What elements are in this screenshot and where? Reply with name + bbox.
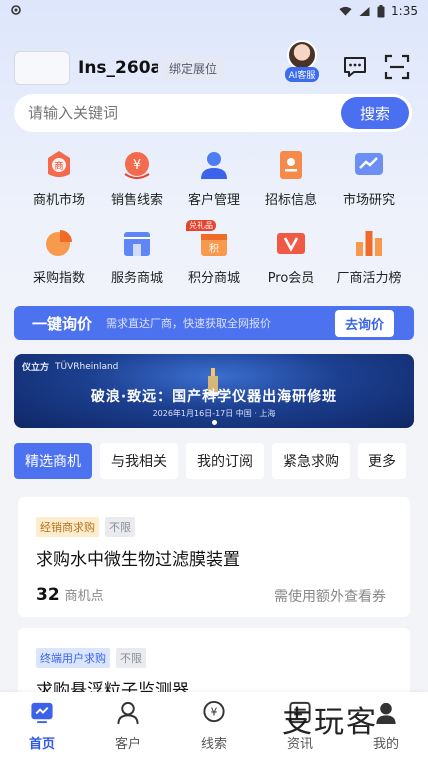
nav-home[interactable]: 首页 <box>12 700 72 752</box>
grid-label: 采购指数 <box>32 271 85 286</box>
inquiry-description: 需求直达厂商，快速获取全网报价 <box>106 317 272 330</box>
region-tag: 不限 <box>116 648 146 668</box>
company-name[interactable]: Ins_260a6 <box>78 58 158 78</box>
grid-label: 厂商活力榜 <box>336 271 402 286</box>
market-research-icon <box>355 153 383 175</box>
svg-text:¥: ¥ <box>133 158 141 173</box>
search-input[interactable] <box>14 104 341 122</box>
ai-service-label: AI客服 <box>284 67 320 82</box>
buyer-type-tag: 终端用户求购 <box>36 648 110 668</box>
nav-label: 客户 <box>114 737 141 752</box>
inquiry-bar: 一键询价 需求直达厂商，快速获取全网报价 去询价 <box>14 306 414 340</box>
grid-item-service-mall[interactable]: 服务商城 <box>95 226 179 286</box>
status-time: 1:35 <box>391 4 418 18</box>
customer-nav-icon <box>117 701 139 725</box>
watermark: 支玩客 <box>282 705 378 740</box>
settings-icon <box>10 4 22 19</box>
home-icon <box>31 702 53 724</box>
signal-icon <box>359 6 370 16</box>
grid-item-vendor-ranking[interactable]: 厂商活力榜 <box>327 226 411 286</box>
grid-label: 市场研究 <box>342 193 395 208</box>
grid-item-market-research[interactable]: 市场研究 <box>327 148 411 208</box>
banner-partner-logo: TÜVRheinland <box>55 361 119 372</box>
service-mall-icon <box>124 232 150 256</box>
customer-icon <box>201 152 227 179</box>
grid-item-tender[interactable]: 招标信息 <box>249 148 333 208</box>
carousel-dot <box>211 420 217 425</box>
grid-label: 服务商城 <box>110 271 163 286</box>
card-tags: 终端用户求购 不限 <box>36 648 146 668</box>
grid-label: 客户管理 <box>187 193 240 208</box>
grid-item-points-mall[interactable]: 积 兑礼品 积分商城 <box>172 220 256 286</box>
grid-item-pro-member[interactable]: Pro会员 <box>249 226 333 286</box>
promo-banner[interactable]: 仪立方 TÜVRheinland 破浪·致远：国产科学仪器出海研修班 2026年… <box>14 354 414 428</box>
battery-icon <box>377 4 385 17</box>
business-market-icon: 商 <box>48 151 70 177</box>
ai-avatar <box>287 40 317 70</box>
opportunity-card[interactable]: 经销商求购 不限 求购水中微生物过滤膜装置 32 商机点 需使用额外查看券 <box>18 497 410 617</box>
buyer-type-tag: 经销商求购 <box>36 517 99 537</box>
grid-item-customer[interactable]: 客户管理 <box>172 148 256 208</box>
scan-icon[interactable] <box>384 54 410 80</box>
grid-label: 销售线索 <box>110 193 163 208</box>
banner-brand: 仪立方 TÜVRheinland <box>22 360 119 374</box>
carousel-dots <box>14 420 414 425</box>
inquiry-title: 一键询价 <box>32 314 93 333</box>
card-tags: 经销商求购 不限 <box>36 517 135 537</box>
grid-label: 商机市场 <box>32 193 85 208</box>
sales-leads-icon: ¥ <box>124 152 150 179</box>
nav-leads[interactable]: ¥ 线索 <box>184 700 244 752</box>
bind-booth-button[interactable]: 绑定展位 <box>162 56 225 80</box>
points-unit: 商机点 <box>64 589 104 604</box>
ai-service-button[interactable]: AI客服 <box>284 40 320 88</box>
tender-icon <box>280 151 302 179</box>
status-bar: 1:35 <box>0 0 428 22</box>
company-logo[interactable] <box>14 51 70 85</box>
grid-label: 招标信息 <box>264 193 317 208</box>
tab-subscriptions[interactable]: 我的订阅 <box>186 443 264 479</box>
svg-text:积: 积 <box>209 243 219 255</box>
search-bar: 搜索 <box>14 94 412 132</box>
gift-badge: 兑礼品 <box>186 220 216 231</box>
card-title: 求购水中微生物过滤膜装置 <box>36 550 240 570</box>
grid-label: Pro会员 <box>267 271 315 286</box>
vendor-ranking-icon <box>356 231 382 256</box>
tab-featured[interactable]: 精选商机 <box>14 443 92 479</box>
tab-urgent[interactable]: 紧急求购 <box>272 443 350 479</box>
feature-grid: 商 商机市场 ¥ 销售线索 客户管理 招标信息 市场研究 采购指数 服务商城 积… <box>0 148 428 298</box>
tab-related[interactable]: 与我相关 <box>100 443 178 479</box>
nav-customers[interactable]: 客户 <box>98 700 158 752</box>
opportunity-tabs: 精选商机 与我相关 我的订阅 紧急求购 更多 <box>14 443 414 479</box>
svg-text:商: 商 <box>54 160 63 172</box>
banner-brand-logo: 仪立方 <box>22 363 50 373</box>
grid-item-purchase-index[interactable]: 采购指数 <box>17 226 101 286</box>
points-value: 32 <box>36 585 60 605</box>
nav-label: 首页 <box>28 737 55 752</box>
wifi-icon <box>339 6 352 16</box>
header: Ins_260a6 绑定展位 AI客服 <box>14 40 414 86</box>
pro-member-icon <box>277 233 305 254</box>
go-inquiry-button[interactable]: 去询价 <box>334 309 394 337</box>
banner-subtitle: 2026年1月16日-17日 中国 · 上海 <box>152 409 276 418</box>
svg-text:¥: ¥ <box>211 706 218 718</box>
nav-label: 线索 <box>200 737 227 752</box>
grid-item-sales-leads[interactable]: ¥ 销售线索 <box>95 148 179 208</box>
banner-title: 破浪·致远：国产科学仪器出海研修班 <box>90 389 338 405</box>
grid-item-business-market[interactable]: 商 商机市场 <box>17 148 101 208</box>
search-button[interactable]: 搜索 <box>341 97 409 129</box>
region-tag: 不限 <box>105 517 135 537</box>
purchase-index-icon <box>46 230 72 256</box>
card-points: 32 商机点 <box>36 585 104 605</box>
leads-icon: ¥ <box>203 700 225 723</box>
tab-more[interactable]: 更多 <box>358 443 406 479</box>
grid-label: 积分商城 <box>187 271 240 286</box>
message-icon[interactable] <box>342 54 368 80</box>
points-mall-icon: 积 <box>201 234 227 256</box>
view-ticket-hint: 需使用额外查看券 <box>274 589 386 605</box>
